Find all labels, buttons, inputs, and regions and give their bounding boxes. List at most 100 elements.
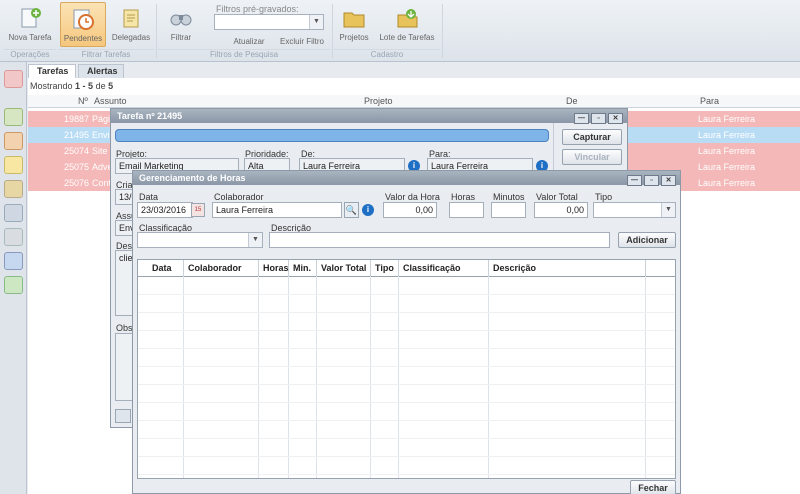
maximize-icon[interactable]: ▫ [591, 113, 606, 124]
batch-tasks-label: Lote de Tarefas [379, 33, 435, 42]
valor-hora-label: Valor da Hora [385, 192, 440, 202]
row-subject: Envi [92, 130, 110, 140]
pending-label: Pendentes [63, 34, 103, 43]
edit-task-icon[interactable] [4, 108, 23, 126]
refresh-label: Atualizar [233, 37, 265, 46]
row-subject: Pági [92, 114, 111, 124]
status-bar [115, 129, 549, 142]
clear-filter-button[interactable]: Excluir Filtro [276, 37, 328, 46]
row-num: 19887 [64, 114, 90, 124]
hours-window: Gerenciamento de Horas — ▫ ✕ Data 23/03/20… [132, 170, 681, 494]
refresh-icon[interactable] [4, 276, 23, 294]
filter-button[interactable]: Filtrar [162, 2, 200, 42]
col-projeto[interactable]: Projeto [364, 96, 393, 106]
message-icon[interactable] [4, 228, 23, 246]
col-de[interactable]: De [566, 96, 578, 106]
binoculars-icon [169, 6, 193, 30]
row-para: Laura Ferreira [698, 114, 756, 124]
calendar-icon[interactable] [4, 156, 23, 174]
grid-col-line [317, 276, 371, 478]
user-icon[interactable] [4, 252, 23, 270]
group-filtros-pesquisa: Filtros de Pesquisa [158, 49, 330, 61]
minutos-field[interactable] [491, 202, 526, 218]
new-task-icon [18, 6, 42, 30]
close-icon[interactable]: ✕ [608, 113, 623, 124]
documents-icon[interactable] [4, 180, 23, 198]
grid-col-descricao[interactable]: Descrição [489, 260, 646, 276]
grid-col-line [184, 276, 259, 478]
horas-field[interactable] [449, 202, 484, 218]
folder-icon [342, 6, 366, 30]
group-cadastro: Cadastro [334, 49, 440, 61]
grid-col-data[interactable]: Data [138, 260, 184, 276]
row-subject: Site [92, 146, 108, 156]
grid-col-horas[interactable]: Horas [259, 260, 289, 276]
fechar-button[interactable]: Fechar [630, 480, 676, 494]
clock-icon [71, 7, 95, 31]
network-icon[interactable] [4, 204, 23, 222]
attach-icon[interactable] [115, 409, 131, 423]
row-num: 25075 [64, 162, 90, 172]
delegated-button[interactable]: Delegadas [110, 2, 152, 42]
search-icon[interactable]: 🔍 [344, 202, 359, 218]
refresh-button[interactable]: Atualizar [226, 37, 272, 46]
projects-button[interactable]: Projetos [336, 2, 372, 42]
grid-col-min[interactable]: Min. [289, 260, 317, 276]
grid-row-line [138, 474, 675, 475]
pending-button[interactable]: Pendentes [60, 2, 106, 47]
row-num: 21495 [64, 130, 90, 140]
capturar-button[interactable]: Capturar [562, 129, 622, 145]
group-filtrar-tarefas: Filtrar Tarefas [58, 49, 154, 61]
showing-of: de [95, 81, 106, 91]
maximize-icon[interactable]: ▫ [644, 175, 659, 186]
hours-window-title: Gerenciamento de Horas — ▫ ✕ [133, 171, 680, 186]
tipo-select[interactable]: ▼ [593, 202, 676, 218]
col-assunto[interactable]: Assunto [94, 96, 127, 106]
adicionar-button[interactable]: Adicionar [618, 232, 676, 248]
new-task-button[interactable]: Nova Tarefa [6, 2, 54, 42]
chevron-down-icon: ▼ [248, 233, 262, 247]
classificacao-select[interactable]: ▼ [137, 232, 263, 248]
row-subject: Cont [92, 178, 112, 188]
pie-chart-icon[interactable] [4, 132, 23, 150]
grid-col-line [289, 276, 317, 478]
grid-col-line [259, 276, 289, 478]
home-icon[interactable] [4, 70, 23, 88]
ribbon-separator [332, 4, 333, 58]
projects-label: Projetos [339, 33, 369, 42]
tab-alertas[interactable]: Alertas [78, 64, 124, 78]
minutos-label: Minutos [493, 192, 525, 202]
hours-window-title-text: Gerenciamento de Horas [139, 173, 246, 183]
grid-col-colaborador[interactable]: Colaborador [184, 260, 259, 276]
colaborador-field[interactable]: Laura Ferreira [212, 202, 342, 218]
showing-total: 5 [108, 81, 114, 91]
descricao-field[interactable] [269, 232, 610, 248]
col-num[interactable]: Nº [78, 96, 88, 106]
calendar-icon[interactable]: 15 [191, 203, 205, 217]
vincular-button[interactable]: Vincular [562, 149, 622, 165]
colaborador-label: Colaborador [214, 192, 264, 202]
grid-col-line [138, 276, 184, 478]
left-sidebar [0, 62, 27, 494]
new-task-label: Nova Tarefa [8, 33, 52, 42]
grid-row-line [138, 420, 675, 421]
grid-col-line [371, 276, 399, 478]
info-icon[interactable]: i [362, 204, 374, 216]
grid-col-valor-total[interactable]: Valor Total [317, 260, 371, 276]
batch-tasks-button[interactable]: Lote de Tarefas [378, 2, 436, 42]
ribbon-separator [442, 4, 443, 58]
grid-col-classificacao[interactable]: Classificação [399, 260, 489, 276]
saved-filters-select[interactable]: ▼ [214, 14, 324, 30]
grid-col-tipo[interactable]: Tipo [371, 260, 399, 276]
close-icon[interactable]: ✕ [661, 175, 676, 186]
col-para[interactable]: Para [700, 96, 719, 106]
tab-tarefas[interactable]: Tarefas [28, 64, 76, 78]
minimize-icon[interactable]: — [627, 175, 642, 186]
valor-hora-field[interactable]: 0,00 [383, 202, 437, 218]
minimize-icon[interactable]: — [574, 113, 589, 124]
data-field[interactable]: 23/03/2016 [137, 202, 193, 218]
valor-total-field[interactable]: 0,00 [534, 202, 588, 218]
ribbon-separator [156, 4, 157, 58]
tipo-label: Tipo [595, 192, 613, 202]
grid-row-line [138, 294, 675, 295]
